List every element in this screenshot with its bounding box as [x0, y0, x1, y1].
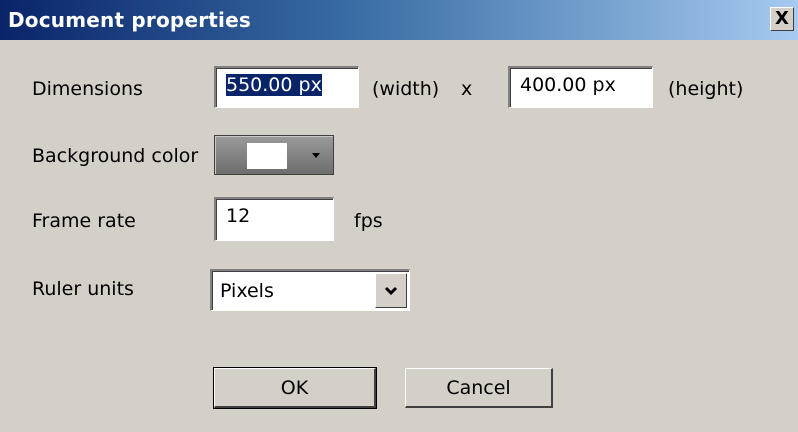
close-button[interactable]: X [770, 7, 794, 31]
frame-rate-unit: fps [354, 210, 383, 232]
frame-rate-value: 12 [226, 205, 251, 227]
document-properties-dialog: Document properties X Dimensions 550.00 … [0, 0, 798, 432]
frame-rate-label: Frame rate [32, 210, 136, 232]
cancel-button-label: Cancel [446, 376, 511, 399]
window-title: Document properties [8, 8, 251, 32]
ok-button[interactable]: OK [213, 367, 377, 409]
background-color-label: Background color [32, 145, 199, 167]
dropdown-button[interactable] [375, 273, 407, 308]
height-suffix-label: (height) [668, 78, 744, 100]
frame-rate-input[interactable]: 12 [214, 197, 334, 241]
ruler-units-label: Ruler units [32, 278, 134, 300]
chevron-down-icon [312, 153, 320, 158]
width-suffix-label: (width) [372, 78, 440, 100]
cancel-button[interactable]: Cancel [405, 368, 553, 408]
background-color-picker[interactable] [214, 135, 334, 175]
ruler-units-select[interactable]: Pixels [210, 269, 410, 311]
ok-button-label: OK [280, 376, 309, 399]
height-input[interactable]: 400.00 px [508, 66, 653, 108]
title-bar[interactable]: Document properties X [0, 0, 798, 40]
width-input-value: 550.00 px [226, 74, 322, 96]
dimensions-label: Dimensions [32, 78, 143, 100]
ruler-units-value: Pixels [220, 280, 274, 302]
close-icon: X [775, 8, 789, 29]
chevron-down-icon [384, 286, 398, 295]
height-input-value: 400.00 px [520, 74, 616, 96]
width-input[interactable]: 550.00 px [214, 66, 359, 108]
color-swatch [247, 143, 287, 169]
dimension-separator: x [461, 78, 473, 100]
